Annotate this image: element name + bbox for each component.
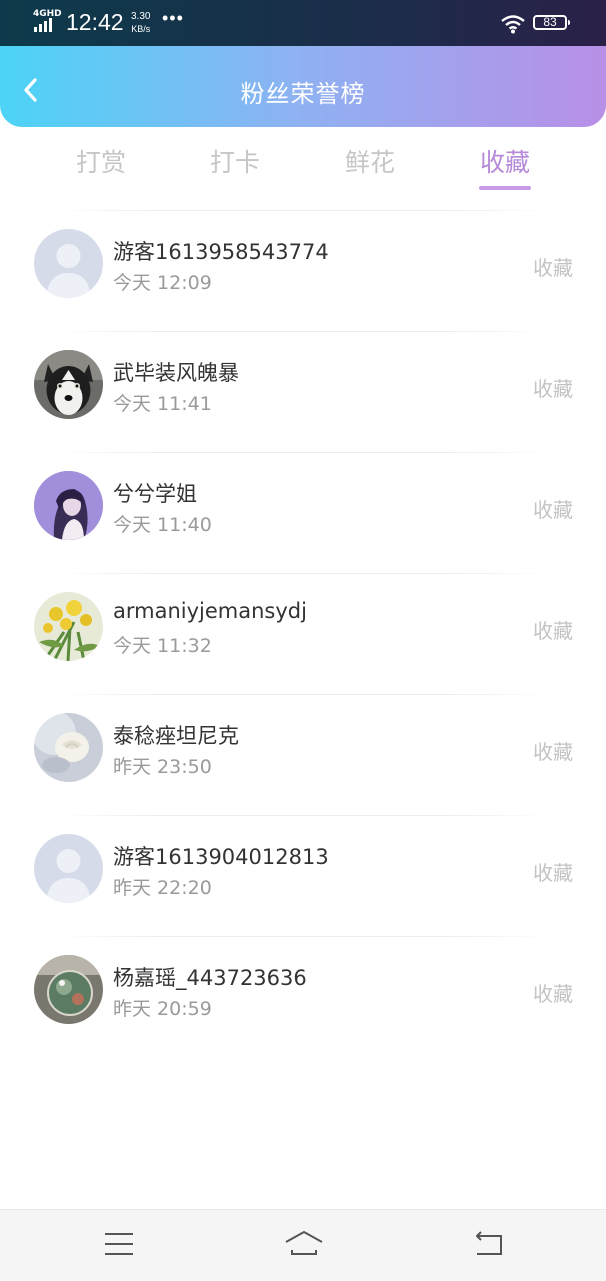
fan-time: 昨天 23:50 — [113, 756, 212, 778]
tab-flowers[interactable]: 鲜花 — [325, 143, 415, 179]
fan-name: 游客1613904012813 — [113, 845, 329, 869]
fan-name: 游客1613958543774 — [113, 240, 329, 264]
back-icon — [476, 1231, 502, 1255]
default-avatar — [34, 229, 103, 298]
divider — [56, 936, 550, 937]
menu-icon — [105, 1233, 133, 1255]
girl-photo-avatar — [34, 471, 103, 540]
home-icon — [285, 1231, 323, 1255]
default-avatar — [34, 834, 103, 903]
fan-time: 今天 11:41 — [113, 393, 212, 415]
tab-bar: 打赏 打卡 鲜花 收藏 — [0, 127, 606, 197]
signal-icon: 4GHD — [33, 9, 62, 34]
yellow-flowers-avatar — [34, 592, 103, 661]
fan-time: 昨天 22:20 — [113, 877, 212, 899]
wifi-icon — [500, 14, 526, 34]
network-speed: 3.30 KB/s — [131, 11, 150, 35]
divider — [56, 694, 550, 695]
tab-reward[interactable]: 打赏 — [56, 143, 146, 179]
crystal-ball-avatar — [34, 955, 103, 1024]
page-title: 粉丝荣誉榜 — [240, 80, 366, 108]
divider — [56, 815, 550, 816]
back-nav-button[interactable] — [471, 1228, 507, 1260]
tab-favorites[interactable]: 收藏 — [460, 143, 550, 179]
action-label: 收藏 — [533, 861, 573, 885]
divider — [56, 331, 550, 332]
status-bar: 4GHD 12:42 3.30 KB/s ••• 83 — [0, 0, 606, 46]
action-label: 收藏 — [533, 982, 573, 1006]
list-item[interactable]: 杨嘉瑶_443723636 昨天 20:59 收藏 — [0, 936, 606, 1057]
fan-name: 武毕装风魄暴 — [113, 361, 239, 385]
fan-list: 游客1613958543774 今天 12:09 收藏 武毕装风魄暴 今天 11… — [0, 210, 606, 1057]
system-nav-bar — [0, 1209, 606, 1281]
action-label: 收藏 — [533, 256, 573, 280]
fan-time: 今天 11:32 — [113, 635, 212, 657]
active-tab-indicator — [479, 186, 531, 190]
menu-button[interactable] — [101, 1228, 137, 1260]
list-item[interactable]: 泰稔痤坦尼克 昨天 23:50 收藏 — [0, 694, 606, 815]
white-rose-avatar — [34, 713, 103, 782]
list-item[interactable]: armaniyjemansydj 今天 11:32 收藏 — [0, 573, 606, 694]
home-button[interactable] — [284, 1228, 324, 1260]
action-label: 收藏 — [533, 498, 573, 522]
speed-unit: KB/s — [131, 24, 151, 34]
action-label: 收藏 — [533, 740, 573, 764]
action-label: 收藏 — [533, 377, 573, 401]
fan-name: armaniyjemansydj — [113, 599, 307, 623]
husky-dog-avatar — [34, 350, 103, 419]
network-type: 4GHD — [33, 9, 62, 19]
header-bar: 4GHD 12:42 3.30 KB/s ••• 83 粉丝荣誉榜 — [0, 0, 606, 127]
tab-checkin[interactable]: 打卡 — [190, 143, 280, 179]
list-item[interactable]: 游客1613904012813 昨天 22:20 收藏 — [0, 815, 606, 936]
list-item[interactable]: 兮兮学姐 今天 11:40 收藏 — [0, 452, 606, 573]
fan-time: 今天 11:40 — [113, 514, 212, 536]
divider — [56, 573, 550, 574]
divider — [56, 210, 550, 211]
fan-time: 昨天 20:59 — [113, 998, 212, 1020]
more-notifications-icon: ••• — [162, 8, 184, 28]
fan-name: 杨嘉瑶_443723636 — [113, 966, 307, 990]
battery-icon: 83 — [533, 15, 570, 30]
clock: 12:42 — [66, 9, 124, 35]
list-item[interactable]: 武毕装风魄暴 今天 11:41 收藏 — [0, 331, 606, 452]
speed-value: 3.30 — [131, 11, 151, 22]
fan-time: 今天 12:09 — [113, 272, 212, 294]
action-label: 收藏 — [533, 619, 573, 643]
list-item[interactable]: 游客1613958543774 今天 12:09 收藏 — [0, 210, 606, 331]
divider — [56, 452, 550, 453]
fan-name: 泰稔痤坦尼克 — [113, 724, 239, 748]
fan-name: 兮兮学姐 — [113, 482, 197, 506]
